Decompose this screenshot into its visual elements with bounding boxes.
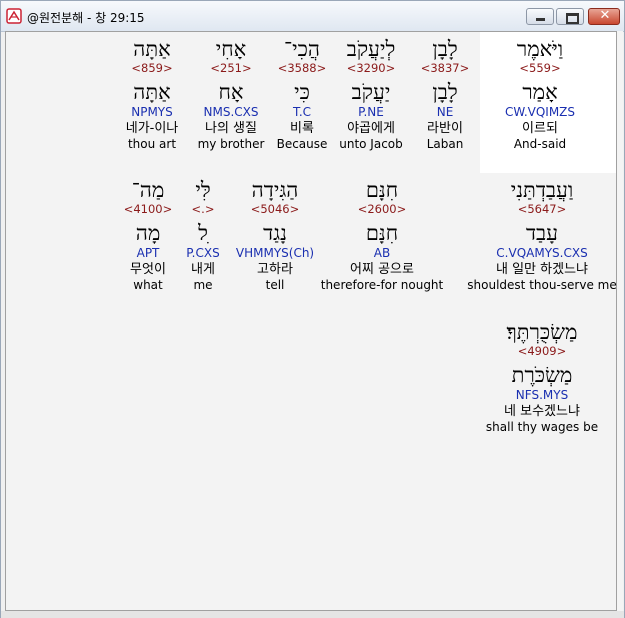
- hebrew-word: אַתָּה: [133, 37, 171, 61]
- word-column[interactable]: וַעֲבַדְתַּנִי <5647> עָבַד C.VQAMYS.CXS 내 일…: [462, 178, 622, 293]
- close-button[interactable]: ✕: [588, 8, 620, 25]
- app-window: @원전분해 - 창 29:15 ✕ וַיֹּאמֶר <559> אָמַר CW.…: [0, 0, 625, 618]
- english-gloss: thou art: [127, 137, 177, 151]
- strong-number: <4100>: [123, 202, 173, 216]
- root-word: מַשְׂכֹּרֶת: [511, 363, 573, 387]
- app-logo-icon: [6, 8, 22, 24]
- parsing-code: NFS.MYS: [515, 388, 569, 402]
- close-icon: ✕: [599, 8, 611, 23]
- korean-gloss: 네 보수겠느냐: [504, 404, 580, 419]
- hebrew-word: מַה־: [131, 178, 165, 202]
- window-title: @원전분해 - 창 29:15: [27, 11, 145, 25]
- parsing-code: APT: [136, 246, 160, 260]
- strong-number: <4909>: [517, 344, 567, 358]
- strong-number: <859>: [131, 61, 173, 75]
- root-word: אַתָּה: [133, 80, 171, 104]
- minimize-icon: [536, 18, 545, 21]
- english-gloss: shouldest thou-serve me: [467, 278, 617, 292]
- status-bar: [1, 611, 624, 618]
- title-bar[interactable]: @원전분해 - 창 29:15 ✕: [1, 1, 624, 32]
- word-column[interactable]: אַתָּה <859> אַתָּה NPMYS 네가-이나 thou art: [72, 37, 232, 152]
- word-column[interactable]: מַשְׂכֻּרְתֶּךָ׃ <4909> מַשְׂכֹּרֶת NFS.MYS…: [462, 320, 622, 435]
- right-edge: [617, 31, 623, 611]
- word-column[interactable]: מַה־ <4100> מָה APT 무엇이 what: [68, 178, 228, 293]
- hebrew-word: וַעֲבַדְתַּנִי: [510, 178, 574, 202]
- english-gloss: shall thy wages be: [485, 420, 599, 434]
- korean-gloss: 무엇이: [130, 262, 166, 277]
- root-word: עָבַד: [525, 221, 559, 245]
- maximize-button[interactable]: [556, 8, 584, 25]
- english-gloss: what: [133, 278, 163, 292]
- strong-number: <5647>: [517, 202, 567, 216]
- korean-gloss: 내 일만 하겠느냐: [496, 262, 588, 277]
- hebrew-word: מַשְׂכֻּרְתֶּךָ׃: [506, 320, 578, 344]
- korean-gloss: 네가-이나: [125, 121, 179, 136]
- root-word: מָה: [135, 221, 161, 245]
- analysis-view[interactable]: וַיֹּאמֶר <559> אָמַר CW.VQIMZS 이르되 And-said ל…: [5, 31, 617, 611]
- maximize-icon: [566, 13, 579, 24]
- parsing-code: NPMYS: [131, 105, 173, 119]
- parsing-code: C.VQAMYS.CXS: [496, 246, 588, 260]
- minimize-button[interactable]: [526, 8, 554, 25]
